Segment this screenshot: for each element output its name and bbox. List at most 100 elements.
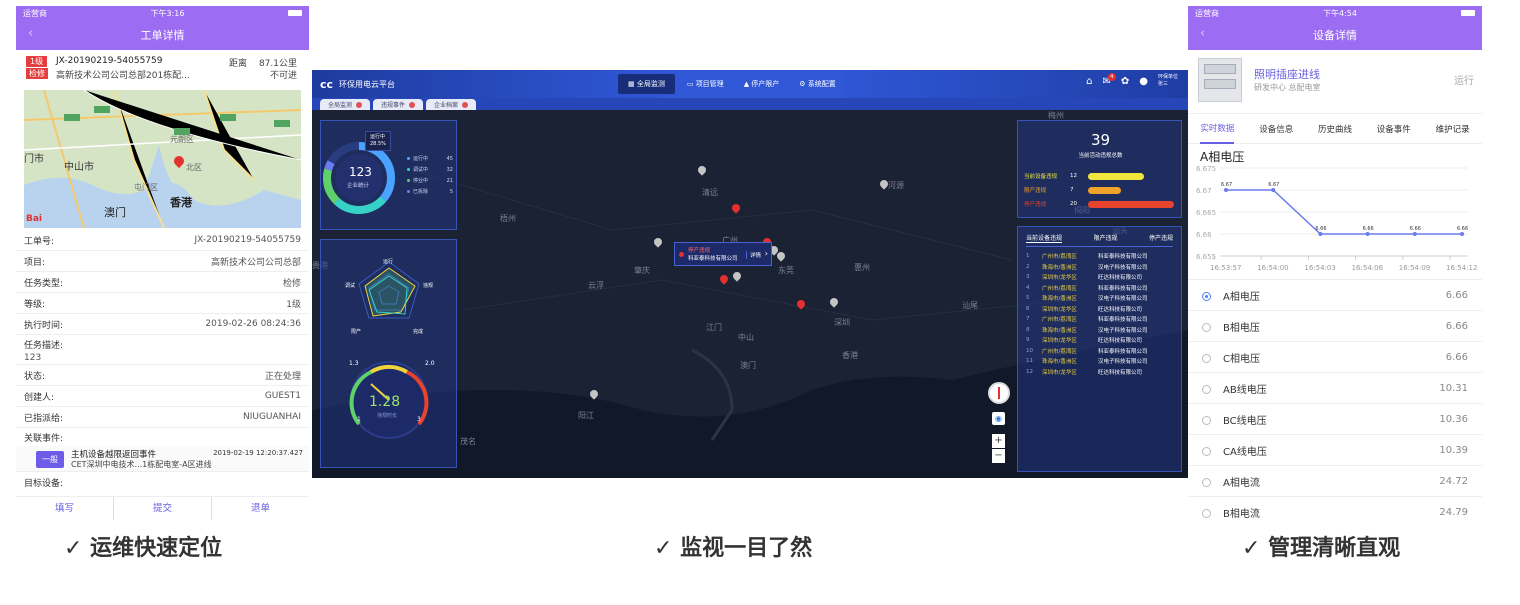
device-detail-phone: 运营商 下午4:54 ‹ 设备详情 照明插座进线 研发中心 总配电室 运行 实时… — [1188, 6, 1482, 524]
radio-icon[interactable] — [1202, 385, 1211, 394]
enterprise-stats-panel: 123 企业统计 运行中 28.5% 运行中 45 调试中 32 停业中 21 已拆除 5 — [320, 120, 457, 230]
nav-monitor[interactable]: ▦ 全局监测 — [618, 74, 675, 94]
measure-row[interactable]: A相电流 24.72 — [1188, 466, 1482, 497]
violation-company: 科亚泰科技有限公司 — [1098, 254, 1148, 261]
measure-name: BC线电压 — [1223, 415, 1267, 427]
reject-button[interactable]: 退单 — [212, 497, 309, 520]
measure-left: BC线电压 — [1202, 412, 1267, 427]
measure-row[interactable]: B相电压 6.66 — [1188, 311, 1482, 342]
nav-label: 停产限产 — [751, 80, 780, 88]
map-label: 香港 — [170, 196, 192, 209]
bar-fill — [1088, 186, 1121, 194]
tab-limit-violation[interactable]: 限产违规 — [1093, 233, 1117, 243]
measure-row[interactable]: A相电压 6.66 — [1188, 280, 1482, 311]
status-bar: 运营商 下午4:54 — [1188, 6, 1482, 20]
chevron-right-icon[interactable]: › — [765, 249, 768, 258]
violation-row[interactable]: 4 广州市/荔湾区 科亚泰科技有限公司 — [1026, 283, 1173, 294]
measure-left: CA线电压 — [1202, 443, 1267, 458]
measure-row[interactable]: CA线电压 10.39 — [1188, 435, 1482, 466]
tab-history[interactable]: 历史曲线 — [1318, 123, 1352, 135]
violation-index: 4 — [1026, 284, 1030, 291]
radio-icon[interactable] — [1202, 416, 1211, 425]
top-nav: ▦ 全局监测 ▭ 项目管理 ▲ 停产限产 ⚙ 系统配置 — [618, 74, 844, 94]
close-icon[interactable] — [409, 101, 416, 108]
order-header[interactable]: 1级 检修 JX-20190219-54055759 高新技术公司公司总部201… — [16, 50, 309, 90]
marker-popup[interactable]: 停产违规 科亚泰科技有限公司 详情 › — [674, 242, 772, 266]
device-header[interactable]: 照明插座进线 研发中心 总配电室 运行 — [1188, 50, 1482, 114]
gauge-min: 1 — [357, 416, 361, 423]
tab-events[interactable]: 设备事件 — [1377, 123, 1411, 135]
city-label: 云浮 — [588, 281, 604, 290]
tab-device-violation[interactable]: 当前设备违规 — [1026, 233, 1063, 243]
measure-row[interactable]: B相电流 24.79 — [1188, 497, 1482, 524]
gear-icon[interactable]: ✿ — [1121, 76, 1129, 87]
measure-left: A相电压 — [1202, 288, 1260, 303]
compass-icon[interactable] — [988, 382, 1010, 404]
violation-row[interactable]: 5 珠海市/香洲区 汉电子科技有限公司 — [1026, 293, 1173, 304]
user-info[interactable]: 环保单位 张三 — [1158, 74, 1178, 88]
zoom-out-button[interactable]: − — [992, 449, 1005, 463]
violation-company: 汉电子科技有限公司 — [1098, 296, 1148, 303]
violation-region: 珠海市/香洲区 — [1042, 264, 1077, 271]
city-label: 惠州 — [854, 263, 870, 272]
measure-left: C相电压 — [1202, 350, 1260, 365]
violation-company: 旺达科技有限公司 — [1098, 306, 1143, 313]
tab-archive[interactable]: 企业档案 — [426, 99, 477, 110]
violation-row[interactable]: 3 深圳市/龙华区 旺达科技有限公司 — [1026, 272, 1173, 283]
measure-row[interactable]: C相电压 6.66 — [1188, 342, 1482, 373]
nav-settings[interactable]: ⚙ 系统配置 — [791, 74, 844, 94]
violation-row[interactable]: 9 深圳市/龙华区 旺达科技有限公司 — [1026, 335, 1173, 346]
zoom-in-button[interactable]: + — [992, 434, 1005, 448]
back-icon[interactable]: ‹ — [28, 26, 33, 41]
popup-dot — [679, 252, 684, 257]
field-value: 1级 — [286, 299, 301, 310]
radio-icon[interactable] — [1202, 478, 1211, 487]
violation-row[interactable]: 11 珠海市/香洲区 汉电子科技有限公司 — [1026, 356, 1173, 367]
bar-name: 当前设备违规 — [1024, 174, 1058, 180]
fill-button[interactable]: 填写 — [16, 497, 114, 520]
violation-summary-panel: 39 当前活动违规总数 当前设备违规 12 限产违规 7 停产违规 20 — [1017, 120, 1182, 218]
popup-detail-link[interactable]: 详情 — [745, 251, 761, 259]
tab-realtime[interactable]: 实时数据 — [1200, 114, 1235, 144]
back-icon[interactable]: ‹ — [1200, 26, 1205, 41]
caption-ops: ✓ 运维快速定位 — [64, 536, 223, 561]
close-icon[interactable] — [462, 101, 469, 108]
violation-row[interactable]: 2 珠海市/香洲区 汉电子科技有限公司 — [1026, 262, 1173, 273]
home-icon[interactable]: ⌂ — [1086, 76, 1092, 87]
submit-button[interactable]: 提交 — [114, 497, 212, 520]
user-icon[interactable]: ● — [1139, 76, 1148, 87]
data-label: 6.67 — [1221, 182, 1232, 188]
tab-violations[interactable]: 违规事件 — [373, 99, 424, 110]
field-key: 任务描述: — [24, 340, 64, 351]
radio-icon[interactable] — [1202, 354, 1211, 363]
city-label: 河源 — [888, 181, 904, 190]
tab-maintenance[interactable]: 维护记录 — [1436, 123, 1470, 135]
type-badge: 检修 — [26, 68, 48, 79]
measure-row[interactable]: BC线电压 10.36 — [1188, 404, 1482, 435]
bar-value: 20 — [1070, 201, 1077, 207]
violation-row[interactable]: 12 深圳市/龙华区 旺达科技有限公司 — [1026, 367, 1173, 378]
tab-stop-violation[interactable]: 停产违规 — [1149, 233, 1173, 243]
bar-row: 停产违规 20 — [1024, 197, 1176, 211]
violation-row[interactable]: 7 广州市/荔湾区 科亚泰科技有限公司 — [1026, 314, 1173, 325]
violation-row[interactable]: 6 深圳市/龙华区 旺达科技有限公司 — [1026, 304, 1173, 315]
radio-icon[interactable] — [1202, 292, 1211, 301]
violation-row[interactable]: 1 广州市/荔湾区 科亚泰科技有限公司 — [1026, 251, 1173, 262]
close-icon[interactable] — [356, 101, 363, 108]
nav-restrict[interactable]: ▲ 停产限产 — [736, 74, 788, 94]
violation-row[interactable]: 10 广州市/荔湾区 科亚泰科技有限公司 — [1026, 346, 1173, 357]
radio-icon[interactable] — [1202, 323, 1211, 332]
message-icon[interactable]: ✉ 4 — [1102, 72, 1116, 87]
field-value: NIUGUANHAI — [242, 412, 301, 422]
measure-row[interactable]: AB线电压 10.31 — [1188, 373, 1482, 404]
y-tick-label: 6.655 — [1196, 253, 1216, 261]
related-event[interactable]: 一般 主机设备越限返回事件 2019-02-19 12:20:37.427 CE… — [16, 446, 309, 472]
violation-row[interactable]: 8 珠海市/香洲区 汉电子科技有限公司 — [1026, 325, 1173, 336]
radio-icon[interactable] — [1202, 447, 1211, 456]
nav-projects[interactable]: ▭ 项目管理 — [679, 74, 732, 94]
location-map[interactable]: 中山市 门市 香港 澳门 北区 元朗区 屯门区 Bai — [24, 90, 301, 228]
tab-device-info[interactable]: 设备信息 — [1259, 123, 1293, 135]
locate-icon[interactable]: ◉ — [992, 412, 1005, 425]
tab-monitor[interactable]: 全局监测 — [320, 99, 371, 110]
radio-icon[interactable] — [1202, 509, 1211, 518]
